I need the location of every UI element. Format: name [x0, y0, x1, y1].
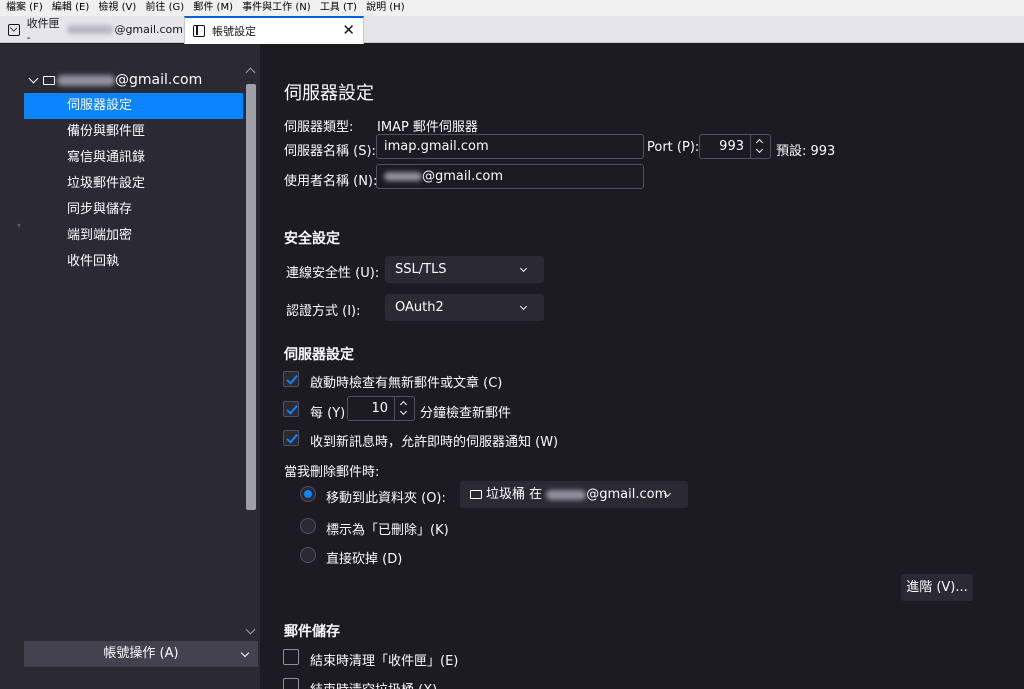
clean-inbox-checkbox[interactable]	[283, 649, 299, 665]
chevron-down-icon	[519, 302, 528, 311]
server-type-label: 伺服器類型:	[284, 120, 354, 135]
sidebar-item-junk[interactable]: 垃圾郵件設定	[24, 171, 243, 197]
page-title: 伺服器設定	[284, 83, 374, 104]
push-notify-checkbox[interactable]	[283, 430, 299, 446]
tab-inbox-suffix: @gmail.com	[114, 23, 183, 36]
menu-events[interactable]: 事件與工作 (N)	[242, 0, 310, 16]
tab-inbox[interactable]: 收件匣 - @gmail.com	[0, 16, 183, 44]
server-settings-heading: 伺服器設定	[284, 347, 354, 363]
move-to-folder-label[interactable]: 移動到此資料夾 (O):	[326, 487, 446, 506]
menu-bar: 檔案 (F) 編輯 (E) 檢視 (V) 前往 (G) 郵件 (M) 事件與工作…	[0, 0, 1024, 16]
check-interval-value: 10	[371, 401, 388, 416]
sidebar-item-return-receipts[interactable]: 收件回執	[24, 249, 243, 275]
on-delete-label: 當我刪除郵件時:	[284, 465, 380, 480]
sidebar-scrollbar[interactable]	[244, 66, 258, 638]
auth-method-label: 認證方式 (I):	[286, 304, 361, 319]
empty-trash-label[interactable]: 結束時清空垃圾桶 (X)	[310, 679, 437, 689]
menu-edit[interactable]: 編輯 (E)	[52, 0, 89, 16]
auth-method-select[interactable]: OAuth2	[385, 294, 544, 321]
username-input[interactable]: @gmail.com	[376, 164, 644, 189]
mark-deleted-label[interactable]: 標示為「已刪除」(K)	[326, 519, 449, 538]
account-suffix: @gmail.com	[115, 72, 203, 88]
security-heading: 安全設定	[284, 231, 340, 247]
menu-tools[interactable]: 工具 (T)	[320, 0, 357, 16]
check-on-startup-checkbox[interactable]	[283, 371, 299, 387]
check-every-suffix: 分鐘檢查新郵件	[420, 406, 512, 421]
sidebar-item-composition[interactable]: 寫信與通訊錄	[24, 145, 243, 171]
delete-now-radio[interactable]	[300, 547, 316, 563]
redacted-email	[66, 25, 114, 34]
port-default: 預設: 993	[776, 144, 836, 159]
port-value: 993	[719, 139, 744, 154]
account-tree-item[interactable]: @gmail.com	[28, 72, 203, 88]
mail-icon	[43, 75, 55, 85]
settings-panel: 伺服器設定 伺服器類型: IMAP 郵件伺服器 伺服器名稱 (S): imap.…	[260, 44, 1024, 689]
empty-trash-checkbox[interactable]	[283, 678, 299, 689]
close-icon[interactable]: ✕	[342, 21, 355, 39]
tab-account-settings[interactable]: 帳號設定 ✕	[184, 16, 364, 44]
server-name-input[interactable]: imap.gmail.com	[376, 134, 644, 159]
menu-file[interactable]: 檔案 (F)	[6, 0, 43, 16]
folder-suffix: @gmail.com	[586, 487, 668, 502]
check-every-label[interactable]: 每 (Y)	[310, 402, 345, 421]
check-interval-stepper[interactable]: 10	[347, 396, 415, 421]
chevron-up-icon[interactable]	[245, 67, 256, 78]
stepper-buttons[interactable]	[750, 135, 770, 158]
clean-inbox-label[interactable]: 結束時清理「收件匣」(E)	[310, 650, 458, 669]
account-actions-label: 帳號操作 (A)	[103, 646, 179, 661]
scrollbar-thumb[interactable]	[246, 84, 256, 510]
username-suffix: @gmail.com	[422, 169, 504, 184]
tab-settings-label: 帳號設定	[212, 25, 256, 38]
menu-view[interactable]: 檢視 (V)	[98, 0, 136, 16]
sidebar-item-copies-folders[interactable]: 備份與郵件匣	[24, 119, 243, 145]
tab-inbox-prefix: 收件匣 -	[26, 17, 60, 44]
redacted-email	[546, 489, 587, 500]
chevron-down-icon[interactable]	[755, 145, 764, 154]
mark-deleted-radio[interactable]	[300, 518, 316, 534]
sidebar: @gmail.com 伺服器設定 備份與郵件匣 寫信與通訊錄 垃圾郵件設定 同步…	[0, 44, 260, 689]
sidebar-item-e2e-encryption[interactable]: 端到端加密	[24, 223, 243, 249]
trash-folder-picker[interactable]: 垃圾桶 在 @gmail.com	[460, 481, 688, 508]
chevron-down-icon[interactable]	[245, 624, 256, 635]
advanced-button[interactable]: 進階 (V)...	[901, 574, 973, 601]
folder-prefix: 垃圾桶 在	[486, 487, 547, 502]
server-type-value: IMAP 郵件伺服器	[377, 120, 478, 135]
menu-go[interactable]: 前往 (G)	[145, 0, 184, 16]
menu-message[interactable]: 郵件 (M)	[193, 0, 233, 16]
folder-icon	[470, 490, 482, 499]
sidebar-item-sync-storage[interactable]: 同步與儲存	[24, 197, 243, 223]
check-on-startup-label[interactable]: 啟動時檢查有無新郵件或文章 (C)	[310, 372, 502, 391]
chevron-down-icon	[519, 264, 528, 273]
tab-strip: 收件匣 - @gmail.com 帳號設定 ✕	[0, 16, 1024, 44]
stepper-buttons[interactable]	[394, 397, 414, 420]
port-label: Port (P):	[647, 140, 700, 155]
check-every-checkbox[interactable]	[283, 401, 299, 417]
username-label: 使用者名稱 (N):	[284, 174, 378, 189]
connection-security-select[interactable]: SSL/TLS	[385, 256, 544, 283]
chevron-down-icon[interactable]	[399, 407, 408, 416]
account-actions-button[interactable]: 帳號操作 (A)	[24, 641, 258, 667]
sidebar-item-server-settings[interactable]: 伺服器設定	[24, 93, 243, 119]
connection-security-value: SSL/TLS	[395, 262, 447, 277]
settings-tab-icon	[193, 25, 205, 37]
menu-help[interactable]: 說明 (H)	[366, 0, 405, 16]
chevron-down-icon[interactable]	[28, 73, 39, 83]
mail-icon	[8, 23, 20, 36]
move-to-folder-radio[interactable]	[300, 486, 316, 502]
server-name-label: 伺服器名稱 (S):	[284, 144, 376, 159]
connection-security-label: 連線安全性 (U):	[286, 266, 380, 281]
redacted-username	[384, 172, 422, 181]
storage-heading: 郵件儲存	[284, 624, 340, 640]
push-notify-label[interactable]: 收到新訊息時，允許即時的伺服器通知 (W)	[310, 431, 558, 450]
auth-method-value: OAuth2	[395, 300, 444, 315]
chevron-down-icon	[240, 648, 250, 658]
redacted-email	[57, 74, 115, 86]
collapsed-arrow-icon: ▾	[17, 221, 22, 230]
port-stepper[interactable]: 993	[699, 134, 771, 159]
delete-now-label[interactable]: 直接砍掉 (D)	[326, 548, 402, 567]
